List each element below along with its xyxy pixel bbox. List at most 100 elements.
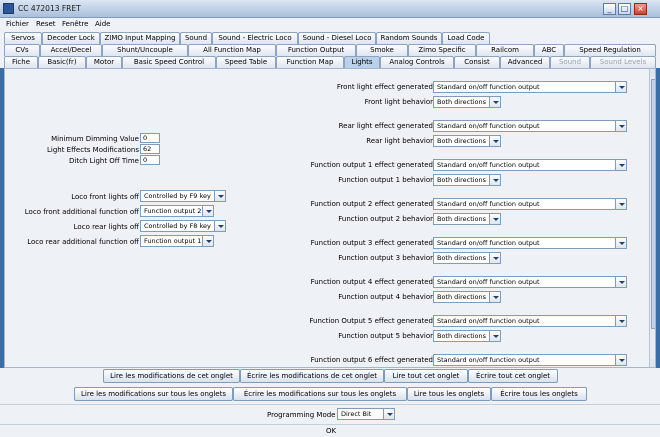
tab-actions-row: Lire les modifications de cet onglet Écr… [0,368,660,384]
behavior-label: Function output 2 behavior [338,215,433,223]
tab-basic-speed-control[interactable]: Basic Speed Control [122,56,216,68]
read-all-tabs-button[interactable]: Lire tous les onglets [407,387,491,401]
chevron-down-icon [615,277,626,287]
menu-reset[interactable]: Reset [36,20,56,28]
tab-function-map[interactable]: Function Map [276,56,344,68]
status-bar: OK [0,424,660,437]
tab-analog-controls[interactable]: Analog Controls [380,56,454,68]
tab-accel-decel[interactable]: Accel/Decel [40,44,102,56]
tab-sound-diesel-loco[interactable]: Sound - Diesel Loco [298,32,376,44]
menu-fenetre[interactable]: Fenêtre [62,20,88,28]
effect-select[interactable]: Standard on/off function output [433,198,627,210]
menu-aide[interactable]: Aide [95,20,110,28]
effect-select[interactable]: Standard on/off function output [433,237,627,249]
behavior-select[interactable]: Both directions [433,291,501,303]
tab-zimo-specific[interactable]: Zimo Specific [408,44,476,56]
menu-fichier[interactable]: Fichier [6,20,29,28]
tab-motor[interactable]: Motor [86,56,122,68]
loco-rear-add-select[interactable]: Function output 1 [140,235,214,247]
dimming-input[interactable]: 0 [140,133,160,143]
behavior-select[interactable]: Both directions [433,174,501,186]
tab-function-output[interactable]: Function Output [276,44,356,56]
behavior-select[interactable]: Both directions [433,213,501,225]
tab-decoder-lock[interactable]: Decoder Lock [42,32,100,44]
behavior-label: Rear light behavior [366,137,433,145]
chevron-down-icon [489,253,500,263]
window-title: CC 472013 FRET [18,4,81,13]
read-all-changes-button[interactable]: Lire les modifications sur tous les ongl… [74,387,233,401]
loco-front-off-select[interactable]: Controlled by F9 key [140,190,226,202]
behavior-label: Function output 4 behavior [338,293,433,301]
chevron-down-icon [615,316,626,326]
minimize-button[interactable]: _ [603,3,616,15]
loco-front-add-select[interactable]: Function output 2 [140,205,214,217]
effect-label: Function output 3 effect generated [310,239,433,247]
close-button[interactable]: × [634,3,647,15]
chevron-down-icon [383,409,394,419]
tab-shunt-uncouple[interactable]: Shunt/Uncouple [102,44,188,56]
tab-abc[interactable]: ABC [534,44,564,56]
tab-all-function-map[interactable]: All Function Map [188,44,276,56]
effects-input[interactable]: 62 [140,144,160,154]
menu-bar: Fichier Reset Fenêtre Aide [0,18,660,30]
lights-panel: Minimum Dimming Value 0 Light Effects Mo… [4,68,656,368]
behavior-select[interactable]: Both directions [433,135,501,147]
tab-smoke[interactable]: Smoke [356,44,408,56]
maximize-button[interactable]: □ [618,3,631,15]
effect-select[interactable]: Standard on/off function output [433,81,627,93]
behavior-label: Function output 3 behavior [338,254,433,262]
loco-front-off-label: Loco front lights off [71,193,139,201]
tab-basic-fr[interactable]: Basic(fr) [38,56,86,68]
chevron-down-icon [615,121,626,131]
effect-select[interactable]: Standard on/off function output [433,354,627,366]
chevron-down-icon [615,160,626,170]
tab-servos[interactable]: Servos [4,32,42,44]
write-tab-changes-button[interactable]: Écrire les modifications de cet onglet [240,369,384,383]
tab-advanced[interactable]: Advanced [500,56,550,68]
scroll-up-button[interactable] [650,69,655,77]
tab-sound-electric-loco[interactable]: Sound - Electric Loco [212,32,298,44]
tab-zimo-input-mapping[interactable]: ZIMO Input Mapping [100,32,180,44]
chevron-down-icon [489,97,500,107]
tab-load-code[interactable]: Load Code [442,32,490,44]
effect-select[interactable]: Standard on/off function output [433,276,627,288]
loco-rear-add-label: Loco rear additional function off [27,238,139,246]
ditch-input[interactable]: 0 [140,155,160,165]
effect-select[interactable]: Standard on/off function output [433,120,627,132]
write-all-tab-button[interactable]: Écrire tout cet onglet [468,369,558,383]
write-all-tabs-button[interactable]: Écrire tous les onglets [491,387,587,401]
read-tab-changes-button[interactable]: Lire les modifications de cet onglet [103,369,240,383]
tab-fiche[interactable]: Fiche [4,56,38,68]
effect-label: Function Output 5 effect generated [309,317,433,325]
tab-lights[interactable]: Lights [344,56,380,68]
chevron-down-icon [615,82,626,92]
chevron-down-icon [615,238,626,248]
behavior-select[interactable]: Both directions [433,252,501,264]
effect-label: Front light effect generated [336,83,433,91]
tab-speed-regulation[interactable]: Speed Regulation [564,44,656,56]
tab-speed-table[interactable]: Speed Table [216,56,276,68]
chevron-down-icon [489,331,500,341]
vertical-scrollbar[interactable] [649,69,655,367]
tab-consist[interactable]: Consist [454,56,500,68]
scroll-down-button[interactable] [650,359,655,367]
behavior-select[interactable]: Both directions [433,96,501,108]
tab-railcom[interactable]: Railcom [476,44,534,56]
app-icon [3,3,14,14]
write-all-changes-button[interactable]: Écrire les modifications sur tous les on… [233,387,407,401]
chevron-down-icon [489,175,500,185]
read-all-tab-button[interactable]: Lire tout cet onglet [384,369,468,383]
tab-random-sounds[interactable]: Random Sounds [376,32,442,44]
loco-rear-off-select[interactable]: Controlled by F8 key [140,220,226,232]
chevron-down-icon [489,214,500,224]
tab-cvs[interactable]: CVs [4,44,40,56]
programming-mode-select[interactable]: Direct Bit [337,408,395,420]
effect-label: Rear light effect generated [338,122,433,130]
effect-select[interactable]: Standard on/off function output [433,315,627,327]
status-text: OK [326,427,337,435]
tab-sound[interactable]: Sound [180,32,212,44]
effect-select[interactable]: Standard on/off function output [433,159,627,171]
scroll-thumb[interactable] [651,79,655,329]
behavior-select[interactable]: Both directions [433,330,501,342]
chevron-down-icon [214,221,225,231]
